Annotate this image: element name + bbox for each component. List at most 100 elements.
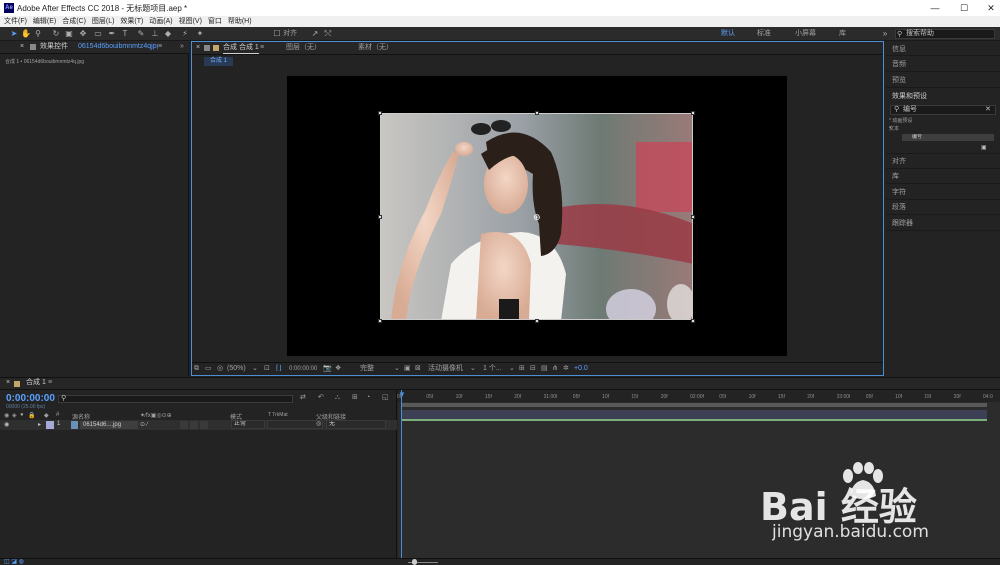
- graph-editor-icon[interactable]: ◱: [382, 393, 389, 403]
- panel-effects-presets[interactable]: 效果和预设: [892, 91, 927, 101]
- zoom-slider[interactable]: [400, 559, 448, 565]
- align-checkbox-icon[interactable]: ☐: [272, 29, 282, 39]
- transform-handle-bl[interactable]: [378, 319, 382, 323]
- layer-duration-bar[interactable]: [401, 410, 987, 419]
- parent-pickwhip-icon[interactable]: ◎: [316, 420, 321, 427]
- panel-close-icon[interactable]: ×: [20, 42, 24, 52]
- playhead[interactable]: [401, 390, 402, 558]
- always-preview-icon[interactable]: ⧉: [194, 364, 199, 374]
- draft-3d-icon[interactable]: ↶: [318, 393, 324, 403]
- panel-align[interactable]: 对齐: [892, 156, 906, 166]
- mask-toggle-icon[interactable]: ⌈⌋: [276, 364, 281, 374]
- panel-character[interactable]: 字符: [892, 187, 906, 197]
- transform-handle-b[interactable]: [535, 319, 539, 323]
- mask-visibility-icon[interactable]: ◎: [217, 364, 223, 374]
- layer-parent-select[interactable]: 无: [326, 420, 386, 429]
- resolution-select[interactable]: 完整: [360, 364, 374, 374]
- pen-tool-icon[interactable]: ✒: [107, 29, 117, 39]
- comp-flowchart-icon[interactable]: ⇄: [300, 393, 306, 403]
- camera-tool-icon[interactable]: ▣: [64, 29, 74, 39]
- anchor-tool-icon[interactable]: ✥: [78, 29, 88, 39]
- motion-blur-icon[interactable]: ◔: [366, 393, 370, 403]
- region-of-interest-icon[interactable]: ▣: [404, 364, 411, 374]
- menu-effect[interactable]: 效果(T): [120, 16, 143, 27]
- menu-layer[interactable]: 图层(L): [92, 16, 115, 27]
- col-switches-icon[interactable]: ✦⁄fx▣◎⊙⊕: [140, 412, 172, 419]
- timeline-menu-icon[interactable]: ≡: [48, 378, 52, 388]
- text-tool-icon[interactable]: T: [120, 29, 130, 39]
- resolution-chevron-icon[interactable]: ⌄: [394, 364, 400, 374]
- menu-help[interactable]: 帮助(H): [228, 16, 252, 27]
- search-help-input[interactable]: 搜索帮助: [895, 29, 995, 39]
- eraser-tool-icon[interactable]: ◆: [163, 29, 173, 39]
- col-solo-icon[interactable]: ●: [20, 412, 24, 418]
- layer-switch-box[interactable]: [200, 421, 208, 429]
- selection-tool-icon[interactable]: ➤: [9, 29, 19, 39]
- workspace-default[interactable]: 默认: [721, 29, 735, 39]
- monitor-icon[interactable]: ▭: [205, 364, 212, 374]
- transform-handle-l[interactable]: [378, 215, 382, 219]
- work-area-bar[interactable]: [401, 403, 987, 407]
- zoom-slider-thumb[interactable]: [412, 559, 417, 565]
- menu-edit[interactable]: 编辑(E): [33, 16, 56, 27]
- rotate-tool-icon[interactable]: ↻: [51, 29, 61, 39]
- col-trkmat[interactable]: T TrkMat: [268, 412, 288, 418]
- shy-icon[interactable]: ⛬: [335, 393, 340, 403]
- toggle-pixel-icon[interactable]: ⊞: [519, 364, 525, 374]
- menu-window[interactable]: 窗口: [208, 16, 222, 27]
- rectangle-tool-icon[interactable]: ▭: [93, 29, 103, 39]
- panel-paragraph[interactable]: 段落: [892, 202, 906, 212]
- view-layout-chevron-icon[interactable]: ⌄: [509, 364, 515, 374]
- zoom-tool-icon[interactable]: ⚲: [33, 29, 43, 39]
- workspace-library[interactable]: 库: [839, 29, 846, 39]
- workspace-standard[interactable]: 标准: [757, 29, 771, 39]
- layer-expand-icon[interactable]: ▸: [38, 421, 41, 428]
- tab-composition[interactable]: 合成 合成 1: [223, 43, 259, 54]
- comp-tab-menu-icon[interactable]: ≡: [260, 43, 264, 53]
- tree-number-item[interactable]: 编号: [902, 134, 994, 141]
- transform-handle-br[interactable]: [691, 319, 695, 323]
- minimize-icon[interactable]: —: [928, 2, 942, 14]
- panel-menu-icon[interactable]: ≡: [158, 42, 162, 52]
- timeline-tab[interactable]: 合成 1: [26, 378, 46, 388]
- clear-search-icon[interactable]: ✕: [985, 105, 991, 113]
- menu-file[interactable]: 文件(F): [4, 16, 27, 27]
- layer-name[interactable]: 06154d6....jpg: [80, 421, 138, 429]
- camera-chevron-icon[interactable]: ⌄: [470, 364, 476, 374]
- show-channel-icon[interactable]: ❖: [335, 364, 341, 374]
- view-layout-select[interactable]: 1 个...: [483, 364, 502, 374]
- layer-row[interactable]: ◉ ▸ 1 06154d6....jpg ⊙ ⁄ 正常 ◎ 无: [0, 420, 397, 430]
- panel-audio[interactable]: 音频: [892, 59, 906, 69]
- roto-tool-icon[interactable]: ⚡: [180, 29, 190, 39]
- layer-mode-select[interactable]: 正常: [231, 420, 265, 429]
- tab-effect-controls[interactable]: 效果控件: [40, 42, 68, 52]
- layer-trkmat-select[interactable]: [267, 420, 323, 429]
- fast-preview-icon[interactable]: ⊟: [530, 364, 536, 374]
- expand-panels-icon[interactable]: »: [180, 42, 184, 52]
- timeline-icon[interactable]: ▤: [541, 364, 548, 374]
- exposure-value[interactable]: +0.0: [574, 364, 588, 374]
- layer-visibility-icon[interactable]: ◉: [4, 421, 9, 428]
- flowchart-icon[interactable]: ⋔: [552, 364, 558, 374]
- workspace-menu-icon[interactable]: »: [880, 29, 890, 39]
- layer-switch-box[interactable]: [190, 421, 198, 429]
- snap-options-icon[interactable]: ⤲: [323, 29, 333, 39]
- col-label-icon[interactable]: ◆: [44, 412, 49, 419]
- menu-view[interactable]: 视图(V): [179, 16, 202, 27]
- snap-icon[interactable]: ↗: [310, 29, 320, 39]
- clone-tool-icon[interactable]: ⊥: [150, 29, 160, 39]
- panel-info[interactable]: 信息: [892, 44, 906, 54]
- transform-handle-t[interactable]: [535, 111, 539, 115]
- zoom-dropdown-chevron-icon[interactable]: ⌄: [252, 364, 258, 374]
- layer-quality-icon[interactable]: ⊙ ⁄: [140, 421, 148, 428]
- tab-layer[interactable]: 图层（无）: [286, 43, 321, 53]
- timeline-close-icon[interactable]: ×: [6, 378, 10, 388]
- layer-switch-box[interactable]: [180, 421, 188, 429]
- workspace-small-screen[interactable]: 小屏幕: [795, 29, 816, 39]
- col-audio-icon[interactable]: ◈: [12, 412, 17, 419]
- fit-icon[interactable]: ⊡: [264, 364, 270, 374]
- puppet-tool-icon[interactable]: ✦: [195, 29, 205, 39]
- composition-viewer[interactable]: ⊕: [287, 76, 787, 356]
- status-icons[interactable]: ◫ ◪ ◍: [4, 558, 24, 565]
- tree-animation-presets[interactable]: * 动画预设: [889, 117, 912, 124]
